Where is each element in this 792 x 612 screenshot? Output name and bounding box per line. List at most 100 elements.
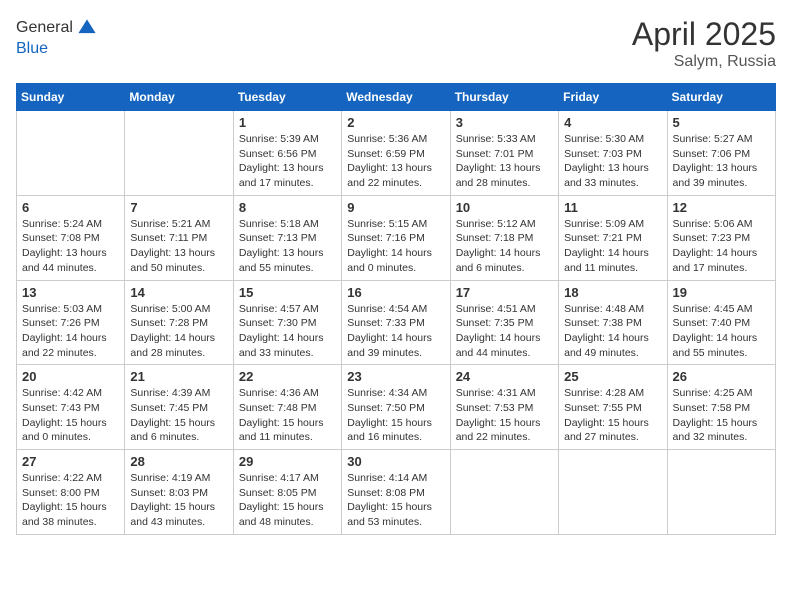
calendar-cell: 23Sunrise: 4:34 AM Sunset: 7:50 PM Dayli… [342,365,450,450]
calendar-cell: 27 Sunrise: 4:22 AM Sunset: 8:00 PM Dayli… [17,450,125,535]
day-number: 18 [564,285,661,300]
day-info: Sunrise: 4:42 AM Sunset: 7:43 PM Dayligh… [22,386,119,445]
day-info: Sunrise: 5:21 AM Sunset: 7:11 PM Dayligh… [130,217,227,276]
day-info: Sunrise: 4:51 AM Sunset: 7:35 PM Dayligh… [456,302,553,361]
day-info: Sunrise: 5:27 AM Sunset: 7:06 PM Dayligh… [673,132,770,191]
calendar-cell: 13 Sunrise: 5:03 AM Sunset: 7:26 PM Dayli… [17,280,125,365]
day-info: Sunrise: 5:24 AM Sunset: 7:08 PM Dayligh… [22,217,119,276]
day-number: 9 [347,200,444,215]
calendar-cell: 3 Sunrise: 5:33 AM Sunset: 7:01 PM Daylig… [450,111,558,196]
day-info: Sunrise: 5:06 AM Sunset: 7:23 PM Dayligh… [673,217,770,276]
calendar-cell: 21 Sunrise: 4:39 AM Sunset: 7:45 PM Dayli… [125,365,233,450]
calendar-cell: 28 Sunrise: 4:19 AM Sunset: 8:03 PM Dayli… [125,450,233,535]
weekday-header-monday: Monday [125,84,233,111]
day-info: Sunrise: 4:54 AM Sunset: 7:33 PM Dayligh… [347,302,444,361]
calendar-cell: 26 Sunrise: 4:25 AM Sunset: 7:58 PM Dayli… [667,365,775,450]
day-info: Sunrise: 4:39 AM Sunset: 7:45 PM Dayligh… [130,386,227,445]
calendar-cell: 16 Sunrise: 4:54 AM Sunset: 7:33 PM Dayli… [342,280,450,365]
weekday-header-saturday: Saturday [667,84,775,111]
day-number: 24 [456,369,553,384]
logo-icon [75,16,99,40]
day-number: 17 [456,285,553,300]
calendar-cell: 1Sunrise: 5:39 AM Sunset: 6:56 PM Daylig… [233,111,341,196]
calendar-cell: 30Sunrise: 4:14 AM Sunset: 8:08 PM Dayli… [342,450,450,535]
day-number: 12 [673,200,770,215]
weekday-header-sunday: Sunday [17,84,125,111]
header: General Blue April 2025 Salym, Russia [16,16,776,71]
calendar-cell [450,450,558,535]
day-number: 13 [22,285,119,300]
calendar-cell: 19Sunrise: 4:45 AM Sunset: 7:40 PM Dayli… [667,280,775,365]
calendar-table: SundayMondayTuesdayWednesdayThursdayFrid… [16,83,776,535]
day-number: 25 [564,369,661,384]
weekday-header-tuesday: Tuesday [233,84,341,111]
calendar-cell: 29 Sunrise: 4:17 AM Sunset: 8:05 PM Dayli… [233,450,341,535]
calendar-week-1: 1Sunrise: 5:39 AM Sunset: 6:56 PM Daylig… [17,111,776,196]
calendar-week-3: 13 Sunrise: 5:03 AM Sunset: 7:26 PM Dayli… [17,280,776,365]
day-info: Sunrise: 5:36 AM Sunset: 6:59 PM Dayligh… [347,132,444,191]
calendar-cell: 7 Sunrise: 5:21 AM Sunset: 7:11 PM Daylig… [125,195,233,280]
day-number: 8 [239,200,336,215]
day-number: 28 [130,454,227,469]
calendar-cell [125,111,233,196]
calendar-cell [17,111,125,196]
day-number: 7 [130,200,227,215]
day-number: 29 [239,454,336,469]
calendar-cell: 9Sunrise: 5:15 AM Sunset: 7:16 PM Daylig… [342,195,450,280]
day-number: 27 [22,454,119,469]
day-info: Sunrise: 5:03 AM Sunset: 7:26 PM Dayligh… [22,302,119,361]
day-number: 11 [564,200,661,215]
calendar-body: 1Sunrise: 5:39 AM Sunset: 6:56 PM Daylig… [17,111,776,535]
day-info: Sunrise: 5:12 AM Sunset: 7:18 PM Dayligh… [456,217,553,276]
day-number: 2 [347,115,444,130]
day-number: 16 [347,285,444,300]
location: Salym, Russia [632,53,776,71]
day-number: 14 [130,285,227,300]
logo-blue-text: Blue [16,40,99,58]
day-info: Sunrise: 5:09 AM Sunset: 7:21 PM Dayligh… [564,217,661,276]
day-number: 3 [456,115,553,130]
calendar-cell: 6 Sunrise: 5:24 AM Sunset: 7:08 PM Daylig… [17,195,125,280]
month-title: April 2025 [632,16,776,53]
calendar-cell: 12 Sunrise: 5:06 AM Sunset: 7:23 PM Dayli… [667,195,775,280]
day-info: Sunrise: 4:28 AM Sunset: 7:55 PM Dayligh… [564,386,661,445]
day-info: Sunrise: 5:39 AM Sunset: 6:56 PM Dayligh… [239,132,336,191]
day-number: 26 [673,369,770,384]
weekday-header-wednesday: Wednesday [342,84,450,111]
day-info: Sunrise: 5:33 AM Sunset: 7:01 PM Dayligh… [456,132,553,191]
calendar-week-4: 20 Sunrise: 4:42 AM Sunset: 7:43 PM Dayli… [17,365,776,450]
day-info: Sunrise: 4:45 AM Sunset: 7:40 PM Dayligh… [673,302,770,361]
day-info: Sunrise: 4:17 AM Sunset: 8:05 PM Dayligh… [239,471,336,530]
day-info: Sunrise: 4:57 AM Sunset: 7:30 PM Dayligh… [239,302,336,361]
calendar-cell: 15 Sunrise: 4:57 AM Sunset: 7:30 PM Dayli… [233,280,341,365]
title-block: April 2025 Salym, Russia [632,16,776,71]
day-number: 6 [22,200,119,215]
weekday-header-thursday: Thursday [450,84,558,111]
calendar-cell: 17 Sunrise: 4:51 AM Sunset: 7:35 PM Dayli… [450,280,558,365]
day-info: Sunrise: 4:14 AM Sunset: 8:08 PM Dayligh… [347,471,444,530]
day-info: Sunrise: 5:18 AM Sunset: 7:13 PM Dayligh… [239,217,336,276]
calendar-cell: 11 Sunrise: 5:09 AM Sunset: 7:21 PM Dayli… [559,195,667,280]
calendar-cell: 24 Sunrise: 4:31 AM Sunset: 7:53 PM Dayli… [450,365,558,450]
logo: General Blue [16,16,99,58]
calendar-cell: 18Sunrise: 4:48 AM Sunset: 7:38 PM Dayli… [559,280,667,365]
day-number: 5 [673,115,770,130]
day-number: 21 [130,369,227,384]
calendar-cell: 5 Sunrise: 5:27 AM Sunset: 7:06 PM Daylig… [667,111,775,196]
calendar-cell: 22Sunrise: 4:36 AM Sunset: 7:48 PM Dayli… [233,365,341,450]
calendar-week-5: 27 Sunrise: 4:22 AM Sunset: 8:00 PM Dayli… [17,450,776,535]
calendar-cell: 20 Sunrise: 4:42 AM Sunset: 7:43 PM Dayli… [17,365,125,450]
day-number: 10 [456,200,553,215]
calendar-cell [559,450,667,535]
day-info: Sunrise: 4:31 AM Sunset: 7:53 PM Dayligh… [456,386,553,445]
calendar-cell: 10 Sunrise: 5:12 AM Sunset: 7:18 PM Dayli… [450,195,558,280]
day-number: 4 [564,115,661,130]
day-number: 20 [22,369,119,384]
logo-general-text: General [16,19,73,37]
day-number: 22 [239,369,336,384]
day-info: Sunrise: 4:25 AM Sunset: 7:58 PM Dayligh… [673,386,770,445]
calendar-cell: 2 Sunrise: 5:36 AM Sunset: 6:59 PM Daylig… [342,111,450,196]
day-info: Sunrise: 4:19 AM Sunset: 8:03 PM Dayligh… [130,471,227,530]
day-number: 15 [239,285,336,300]
day-info: Sunrise: 4:22 AM Sunset: 8:00 PM Dayligh… [22,471,119,530]
